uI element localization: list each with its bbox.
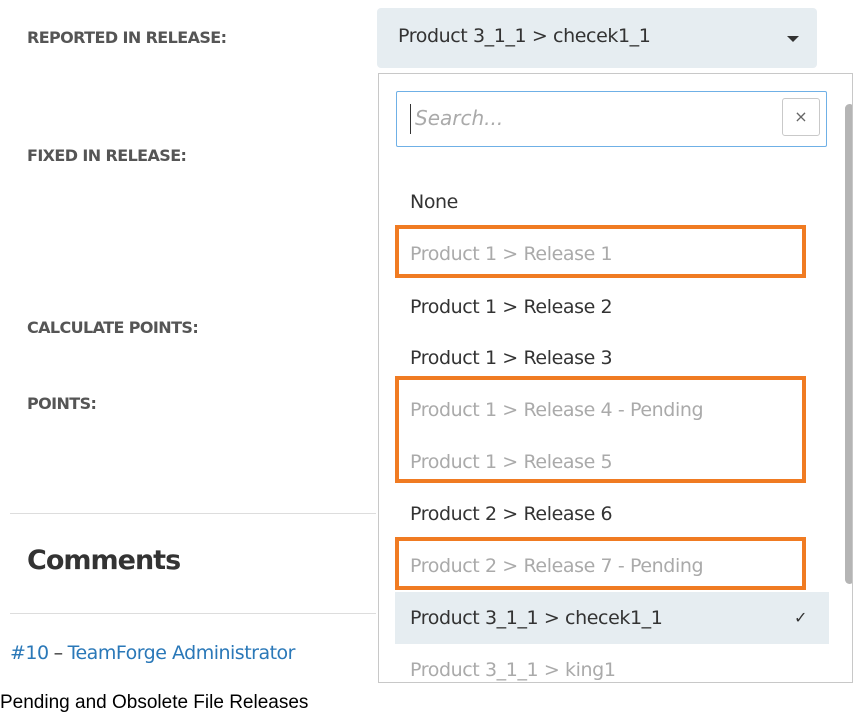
highlight-pending-release <box>395 537 806 590</box>
reported-in-release-select[interactable]: Product 3_1_1 > checek1_1 <box>377 8 817 68</box>
calculate-points-label: CALCULATE POINTS: <box>27 318 199 337</box>
clear-search-button[interactable]: × <box>782 98 820 136</box>
select-value: Product 3_1_1 > checek1_1 <box>398 25 651 47</box>
figure-caption: Pending and Obsolete File Releases <box>0 692 309 713</box>
comments-heading: Comments <box>27 545 181 576</box>
search-input[interactable] <box>415 100 755 136</box>
option-product3-king1: Product 3_1_1 > king1 <box>410 659 616 681</box>
comment-number-link[interactable]: #10 <box>10 642 49 664</box>
dropdown-scrollbar[interactable] <box>845 104 852 584</box>
text-cursor <box>410 104 411 134</box>
highlight-obsolete-release <box>395 225 806 278</box>
option-product2-release6[interactable]: Product 2 > Release 6 <box>395 488 829 540</box>
comment-author-link[interactable]: TeamForge Administrator <box>68 642 296 664</box>
comment-entry: #10– TeamForge Administrator <box>10 642 296 664</box>
option-product1-release2[interactable]: Product 1 > Release 2 <box>395 281 829 333</box>
search-box[interactable]: × <box>396 91 827 147</box>
option-none[interactable]: None <box>395 176 829 228</box>
fixed-in-release-label: FIXED IN RELEASE: <box>27 146 187 165</box>
points-label: POINTS: <box>27 394 97 413</box>
section-divider <box>10 513 376 514</box>
reported-in-release-label: REPORTED IN RELEASE: <box>27 28 227 47</box>
option-product3-checek1-selected[interactable]: Product 3_1_1 > checek1_1 ✓ <box>395 592 829 644</box>
chevron-down-icon[interactable] <box>787 36 799 42</box>
comment-separator: – <box>53 642 64 664</box>
highlight-pending-obsolete-group <box>395 376 806 483</box>
comments-divider <box>10 613 376 614</box>
option-label: Product 3_1_1 > checek1_1 <box>410 607 663 629</box>
check-icon: ✓ <box>793 608 807 627</box>
